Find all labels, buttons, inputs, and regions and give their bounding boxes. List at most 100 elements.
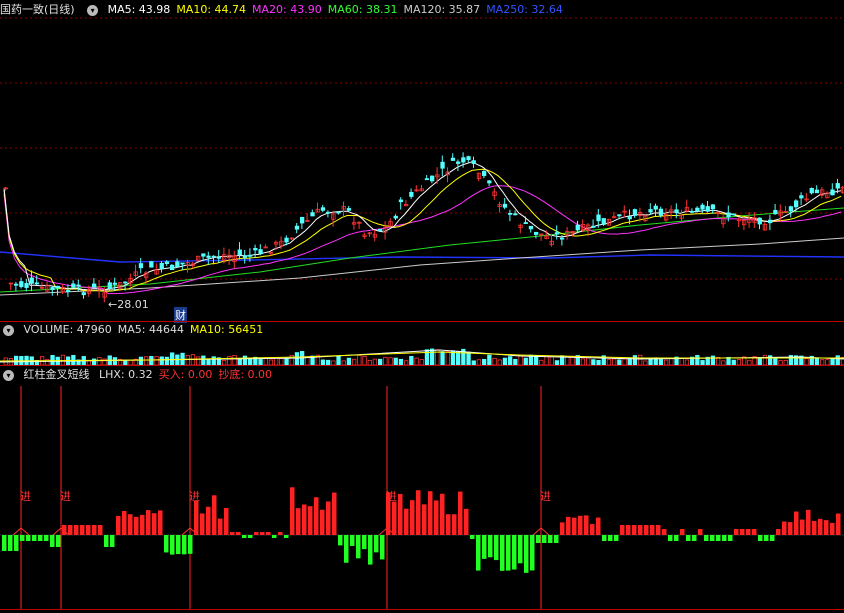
- oscillator-bar: [224, 507, 229, 535]
- oscillator-bar: [710, 535, 715, 541]
- oscillator-bar: [374, 535, 379, 553]
- oscillator-bar: [506, 535, 511, 571]
- oscillator-bar: [158, 510, 163, 535]
- oscillator-bar: [692, 535, 697, 541]
- oscillator-bar: [362, 535, 367, 550]
- oscillator-bar: [608, 535, 613, 541]
- oscillator-bar: [260, 532, 265, 535]
- oscillator-bar: [650, 525, 655, 535]
- oscillator-bar: [668, 535, 673, 541]
- oscillator-bar: [614, 535, 619, 541]
- oscillator-bar: [194, 500, 199, 535]
- signal-text: 进: [60, 490, 71, 503]
- oscillator-bar: [74, 525, 79, 535]
- oscillator-chart[interactable]: 进进进进进: [0, 0, 844, 613]
- oscillator-bar: [296, 508, 301, 535]
- oscillator-bar: [416, 490, 421, 535]
- oscillator-bar: [644, 525, 649, 535]
- oscillator-bar: [500, 535, 505, 571]
- oscillator-bar: [734, 529, 739, 535]
- oscillator-bar: [32, 535, 37, 541]
- oscillator-bar: [206, 506, 211, 535]
- oscillator-bar: [314, 497, 319, 535]
- oscillator-bar: [494, 535, 499, 561]
- oscillator-bar: [44, 535, 49, 541]
- oscillator-bar: [830, 522, 835, 535]
- oscillator-bar: [722, 535, 727, 541]
- oscillator-bar: [62, 525, 67, 535]
- oscillator-bar: [98, 525, 103, 535]
- oscillator-bar: [398, 493, 403, 535]
- oscillator-bar: [554, 535, 559, 543]
- signal-text: 进: [540, 490, 551, 503]
- oscillator-bar: [770, 535, 775, 541]
- oscillator-bar: [476, 535, 481, 571]
- oscillator-bar: [470, 535, 475, 539]
- oscillator-bar: [218, 518, 223, 535]
- oscillator-bar: [752, 529, 757, 535]
- oscillator-bar: [410, 500, 415, 535]
- oscillator-bar: [80, 525, 85, 535]
- oscillator-bar: [164, 535, 169, 553]
- oscillator-bar: [578, 515, 583, 535]
- oscillator-bar: [674, 535, 679, 541]
- oscillator-bar: [704, 535, 709, 541]
- oscillator-bar: [818, 518, 823, 535]
- oscillator-bar: [488, 535, 493, 558]
- oscillator-bar: [524, 535, 529, 573]
- oscillator-bar: [794, 511, 799, 535]
- oscillator-bar: [254, 532, 259, 535]
- oscillator-bar: [566, 516, 571, 535]
- oscillator-bar: [266, 532, 271, 535]
- oscillator-bar: [146, 510, 151, 535]
- oscillator-bar: [428, 491, 433, 535]
- oscillator-bar: [140, 514, 145, 535]
- oscillator-bar: [308, 506, 313, 535]
- oscillator-bar: [482, 535, 487, 559]
- oscillator-bar: [230, 532, 235, 535]
- oscillator-bar: [758, 535, 763, 541]
- oscillator-bar: [590, 524, 595, 535]
- oscillator-bar: [620, 525, 625, 535]
- oscillator-bar: [776, 529, 781, 535]
- oscillator-bar: [740, 529, 745, 535]
- oscillator-bar: [122, 510, 127, 535]
- oscillator-bar: [188, 535, 193, 554]
- oscillator-bar: [128, 514, 133, 535]
- oscillator-bar: [728, 535, 733, 541]
- oscillator-bar: [836, 513, 841, 535]
- oscillator-bar: [686, 535, 691, 541]
- oscillator-bar: [212, 495, 217, 535]
- oscillator-bar: [380, 535, 385, 560]
- oscillator-bar: [746, 529, 751, 535]
- oscillator-bar: [86, 525, 91, 535]
- oscillator-bar: [272, 535, 277, 538]
- oscillator-bar: [248, 535, 253, 538]
- oscillator-bar: [182, 535, 187, 555]
- oscillator-bar: [152, 513, 157, 535]
- oscillator-bar: [404, 508, 409, 535]
- oscillator-bar: [170, 535, 175, 555]
- oscillator-bar: [596, 517, 601, 535]
- oscillator-bar: [68, 525, 73, 535]
- oscillator-bar: [284, 535, 289, 538]
- oscillator-bar: [104, 535, 109, 547]
- oscillator-bar: [92, 525, 97, 535]
- oscillator-bar: [536, 535, 541, 543]
- oscillator-bar: [176, 535, 181, 555]
- oscillator-bar: [824, 520, 829, 535]
- oscillator-bar: [662, 529, 667, 535]
- oscillator-bar: [50, 535, 55, 547]
- oscillator-bar: [446, 514, 451, 535]
- oscillator-bar: [368, 535, 373, 565]
- oscillator-bar: [242, 535, 247, 538]
- oscillator-bar: [440, 493, 445, 535]
- oscillator-bar: [698, 529, 703, 535]
- oscillator-bar: [38, 535, 43, 541]
- oscillator-bar: [542, 535, 547, 543]
- oscillator-bar: [14, 535, 19, 551]
- oscillator-bar: [764, 535, 769, 541]
- oscillator-bar: [332, 492, 337, 535]
- oscillator-bar: [602, 535, 607, 541]
- oscillator-bar: [20, 535, 25, 541]
